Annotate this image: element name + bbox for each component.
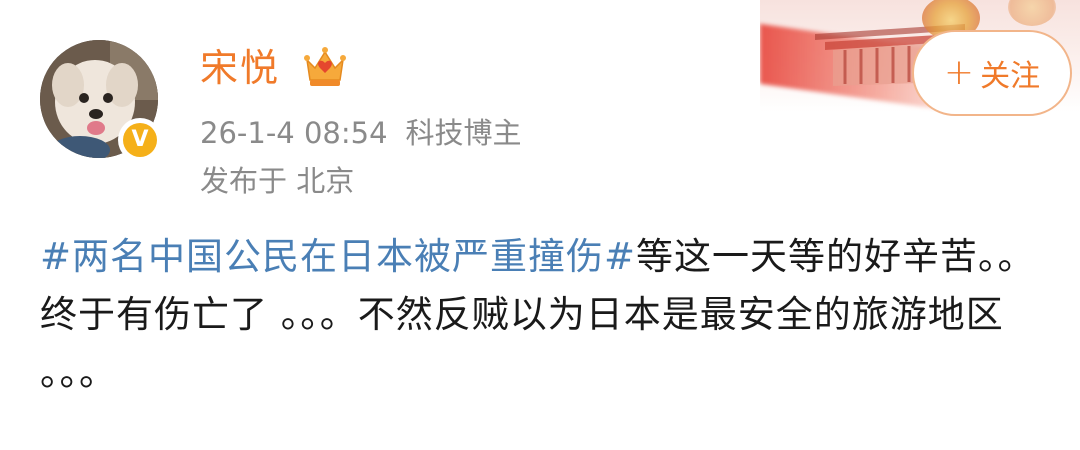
verified-badge-icon: V [118, 118, 162, 162]
follow-button[interactable]: + 关注 [912, 30, 1072, 116]
post-body: #两名中国公民在日本被严重撞伤#等这一天等的好辛苦。。终于有伤亡了 。。。不然反… [40, 228, 1050, 402]
plus-icon: + [943, 52, 975, 93]
emblem-glow-decoration [1008, 0, 1056, 26]
post-location: 发布于 北京 [200, 164, 355, 198]
weibo-post-card: + 关注 V 宋悦 26-1-4 08:54 科技博主 发布于 北京 #两名中国公… [0, 0, 1080, 450]
post-timestamp: 26-1-4 08:54 [200, 116, 388, 150]
user-category: 科技博主 [405, 116, 522, 150]
username[interactable]: 宋悦 [200, 42, 280, 94]
follow-button-label: 关注 [980, 59, 1041, 94]
hashtag-link[interactable]: #两名中国公民在日本被严重撞伤# [40, 235, 636, 278]
post-meta: 26-1-4 08:54 科技博主 [200, 113, 522, 153]
crown-icon [304, 47, 346, 86]
